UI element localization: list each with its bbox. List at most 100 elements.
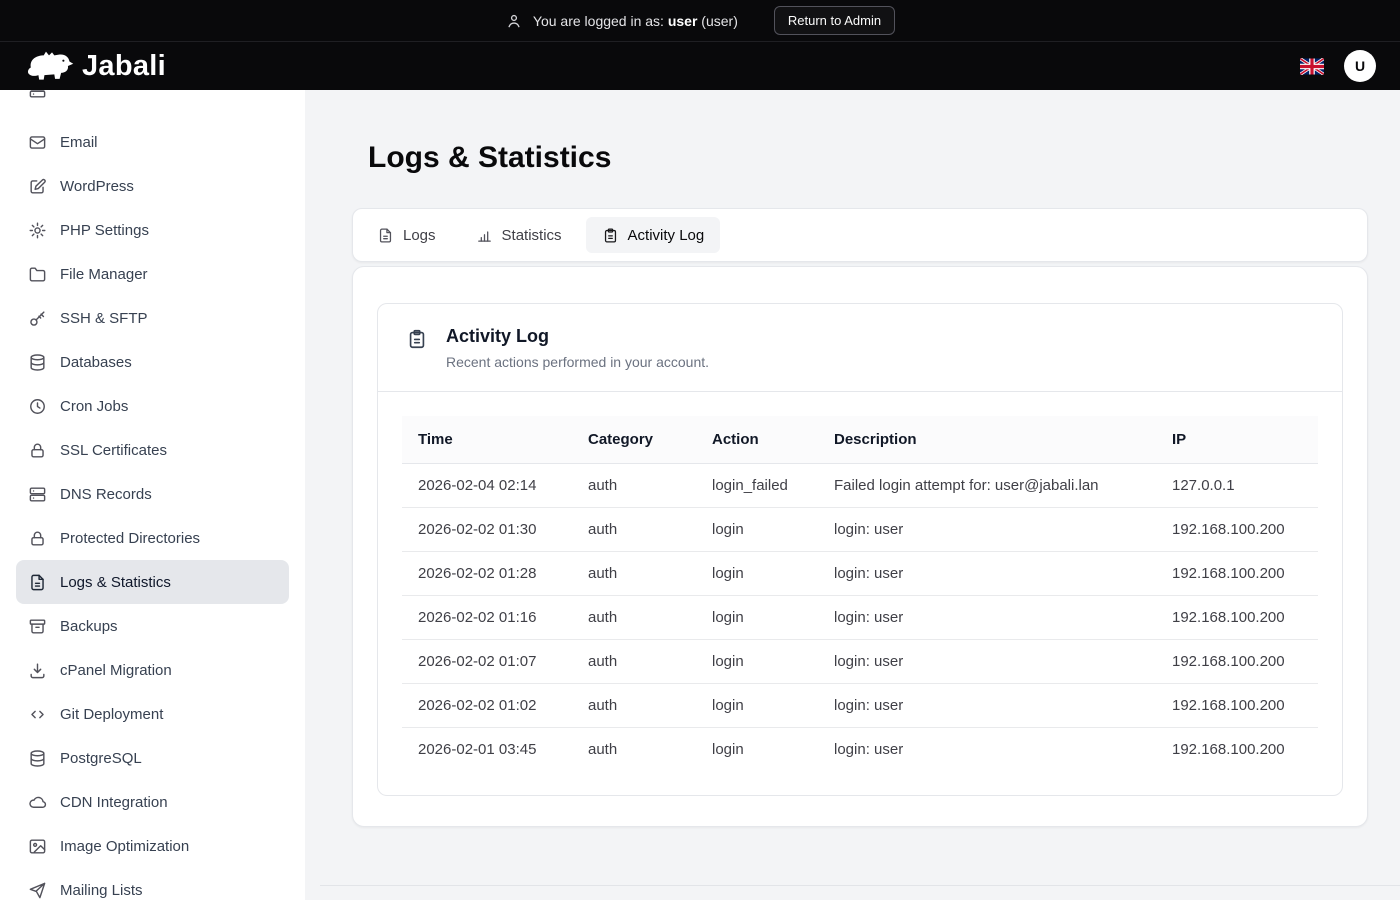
cell-action: login (696, 640, 818, 684)
sidebar-item-cron-jobs[interactable]: Cron Jobs (16, 384, 289, 428)
sidebar-item-label: CDN Integration (60, 794, 168, 811)
tab-label: Logs (403, 227, 436, 244)
column-header-time: Time (402, 416, 572, 464)
sidebar-item-ssl-certificates[interactable]: SSL Certificates (16, 428, 289, 472)
user-icon (505, 12, 523, 30)
sidebar-item-label: File Manager (60, 266, 148, 283)
sidebar-item-label: Logs & Statistics (60, 574, 171, 591)
cell-category: auth (572, 464, 696, 508)
clock-icon (28, 397, 47, 416)
bar-chart-icon (476, 227, 493, 244)
send-icon (28, 881, 47, 900)
cell-description: login: user (818, 640, 1156, 684)
cell-description: login: user (818, 508, 1156, 552)
sidebar-item-image-optimization[interactable]: Image Optimization (16, 824, 289, 868)
cell-ip: 192.168.100.200 (1156, 596, 1318, 640)
cell-description: Failed login attempt for: user@jabali.la… (818, 464, 1156, 508)
sidebar-item-label: cPanel Migration (60, 662, 172, 679)
sidebar-item-protected-directories[interactable]: Protected Directories (16, 516, 289, 560)
card-subtitle: Recent actions performed in your account… (446, 354, 709, 370)
gear-icon (28, 221, 47, 240)
table-row: 2026-02-02 01:02authloginlogin: user192.… (402, 684, 1318, 728)
cell-description: login: user (818, 596, 1156, 640)
activity-log-card: Activity Log Recent actions performed in… (377, 303, 1343, 796)
sidebar-item-wordpress[interactable]: WordPress (16, 164, 289, 208)
sidebar-item-label: PostgreSQL (60, 750, 142, 767)
image-icon (28, 837, 47, 856)
cell-ip: 192.168.100.200 (1156, 508, 1318, 552)
column-header-category: Category (572, 416, 696, 464)
sidebar-item-label: WordPress (60, 178, 134, 195)
cell-action: login (696, 728, 818, 772)
cell-time: 2026-02-02 01:30 (402, 508, 572, 552)
logged-in-prefix: You are logged in as: (533, 13, 664, 29)
cell-ip: 192.168.100.200 (1156, 552, 1318, 596)
cell-action: login (696, 596, 818, 640)
tab-label: Statistics (502, 227, 562, 244)
sidebar-item-logs-statistics[interactable]: Logs & Statistics (16, 560, 289, 604)
sidebar-item-cpanel-migration[interactable]: cPanel Migration (16, 648, 289, 692)
sidebar-item-php-settings[interactable]: PHP Settings (16, 208, 289, 252)
sidebar-nav: Email WordPress PHP Settings File Manager SS… (0, 120, 305, 900)
cell-description: login: user (818, 728, 1156, 772)
sidebar-item-label: Email (60, 134, 98, 151)
tab-label: Activity Log (628, 227, 705, 244)
mail-icon (28, 133, 47, 152)
sidebar-item-dns-records[interactable]: DNS Records (16, 472, 289, 516)
logged-in-role: (user) (701, 13, 738, 29)
cell-time: 2026-02-02 01:28 (402, 552, 572, 596)
user-avatar[interactable]: U (1344, 50, 1376, 82)
tab-logs[interactable]: Logs (361, 217, 452, 253)
cloud-icon (28, 793, 47, 812)
cell-ip: 192.168.100.200 (1156, 640, 1318, 684)
sidebar-item-mailing-lists[interactable]: Mailing Lists (16, 868, 289, 900)
table-row: 2026-02-02 01:28authloginlogin: user192.… (402, 552, 1318, 596)
table-header-row: TimeCategoryActionDescriptionIP (402, 416, 1318, 464)
download-icon (28, 661, 47, 680)
boar-logo-icon (24, 47, 74, 85)
sidebar-item-email[interactable]: Email (16, 120, 289, 164)
sidebar-item-file-manager[interactable]: File Manager (16, 252, 289, 296)
card-title: Activity Log (446, 325, 709, 347)
cell-action: login_failed (696, 464, 818, 508)
database-icon (28, 749, 47, 768)
brand-logo[interactable]: Jabali (24, 47, 166, 85)
archive-icon (28, 617, 47, 636)
cell-time: 2026-02-02 01:16 (402, 596, 572, 640)
cell-action: login (696, 508, 818, 552)
cell-time: 2026-02-02 01:07 (402, 640, 572, 684)
sidebar-item-label: DNS Records (60, 486, 152, 503)
table-row: 2026-02-01 03:45authloginlogin: user192.… (402, 728, 1318, 772)
activity-log-tab-panel: Activity Log Recent actions performed in… (352, 266, 1368, 827)
sidebar-item-postgresql[interactable]: PostgreSQL (16, 736, 289, 780)
sidebar-item-label: SSH & SFTP (60, 310, 148, 327)
cell-ip: 192.168.100.200 (1156, 728, 1318, 772)
sidebar: Email WordPress PHP Settings File Manager SS… (0, 90, 305, 900)
database-icon (28, 353, 47, 372)
sidebar-item-label: Backups (60, 618, 118, 635)
language-switcher-uk-flag-icon[interactable] (1300, 58, 1324, 75)
column-header-description: Description (818, 416, 1156, 464)
sidebar-item-git-deployment[interactable]: Git Deployment (16, 692, 289, 736)
file-text-icon (28, 573, 47, 592)
tab-statistics[interactable]: Statistics (460, 217, 578, 253)
sidebar-item-ssh-sftp[interactable]: SSH & SFTP (16, 296, 289, 340)
cell-ip: 192.168.100.200 (1156, 684, 1318, 728)
sidebar-item-label: PHP Settings (60, 222, 149, 239)
sidebar-item-backups[interactable]: Backups (16, 604, 289, 648)
sidebar-item-label: Databases (60, 354, 132, 371)
table-row: 2026-02-02 01:30authloginlogin: user192.… (402, 508, 1318, 552)
tab-activity-log[interactable]: Activity Log (586, 217, 721, 253)
app-header: Jabali U (0, 42, 1400, 90)
clipboard-icon (602, 227, 619, 244)
sidebar-item-databases[interactable]: Databases (16, 340, 289, 384)
file-text-icon (377, 227, 394, 244)
impersonation-banner: You are logged in as: user (user) Return… (0, 0, 1400, 42)
return-to-admin-button[interactable]: Return to Admin (774, 6, 895, 35)
sidebar-item-cdn-integration[interactable]: CDN Integration (16, 780, 289, 824)
footer-divider (320, 885, 1400, 886)
sidebar-item-label: Git Deployment (60, 706, 163, 723)
cell-description: login: user (818, 684, 1156, 728)
column-header-ip: IP (1156, 416, 1318, 464)
tabs-list: Logs Statistics Activity Log (352, 208, 1368, 262)
